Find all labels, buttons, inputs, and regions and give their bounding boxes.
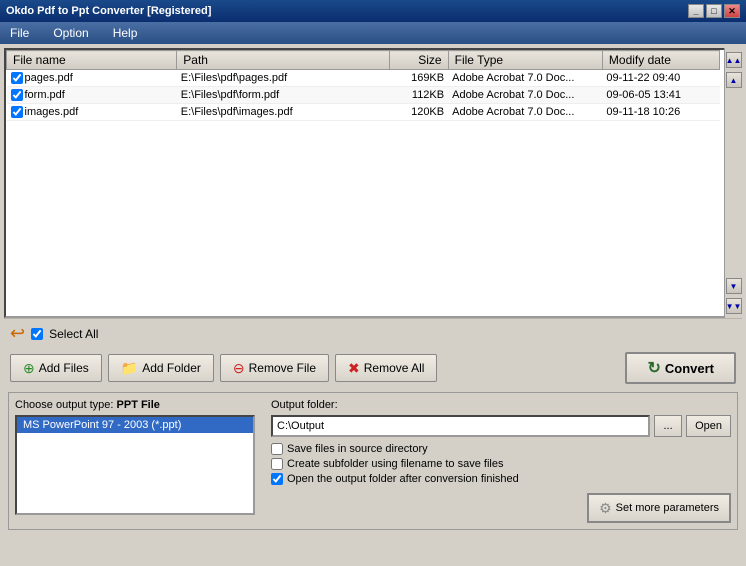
- scroll-panel: ▲▲ ▲ ▼ ▼▼: [724, 48, 742, 318]
- remove-all-label: Remove All: [364, 361, 425, 375]
- row-checkbox[interactable]: [11, 106, 23, 118]
- output-type-value: PPT File: [117, 399, 160, 411]
- filename-text: form.pdf: [25, 89, 65, 101]
- add-files-label: Add Files: [39, 361, 89, 375]
- scroll-bottom-button[interactable]: ▼▼: [726, 298, 742, 314]
- cell-path: E:\Files\pdf\form.pdf: [177, 87, 390, 104]
- remove-file-icon: ⊖: [233, 360, 245, 377]
- col-modifydate: Modify date: [602, 51, 719, 70]
- output-folder-input[interactable]: [271, 415, 650, 437]
- cell-date: 09-11-22 09:40: [602, 70, 719, 87]
- table-row[interactable]: pages.pdf E:\Files\pdf\pages.pdf 169KB A…: [7, 70, 720, 87]
- row-checkbox[interactable]: [11, 72, 23, 84]
- table-row[interactable]: form.pdf E:\Files\pdf\form.pdf 112KB Ado…: [7, 87, 720, 104]
- col-path: Path: [177, 51, 390, 70]
- output-type-item[interactable]: MS PowerPoint 97 - 2003 (*.ppt): [17, 417, 253, 433]
- set-params-label: Set more parameters: [616, 502, 719, 514]
- add-folder-icon: 📁: [121, 360, 138, 377]
- filename-text: pages.pdf: [25, 72, 73, 84]
- menu-option[interactable]: Option: [47, 24, 94, 42]
- cell-type: Adobe Acrobat 7.0 Doc...: [448, 70, 602, 87]
- browse-button[interactable]: ...: [654, 415, 682, 437]
- output-type-section: Choose output type: PPT File MS PowerPoi…: [15, 399, 255, 523]
- convert-icon: ↻: [647, 358, 660, 378]
- output-type-list[interactable]: MS PowerPoint 97 - 2003 (*.ppt): [15, 415, 255, 515]
- checkbox-row: Create subfolder using filename to save …: [271, 458, 731, 470]
- file-table: File name Path Size File Type Modify dat…: [6, 50, 720, 121]
- close-button[interactable]: ✕: [724, 4, 740, 18]
- scroll-up-button[interactable]: ▲: [726, 72, 742, 88]
- scroll-top-button[interactable]: ▲▲: [726, 52, 742, 68]
- cell-date: 09-06-05 13:41: [602, 87, 719, 104]
- output-folder-label: Output folder:: [271, 399, 731, 411]
- select-all-bar: ↩ Select All: [4, 318, 742, 348]
- folder-row: ... Open: [271, 415, 731, 437]
- checkbox-row: Open the output folder after conversion …: [271, 473, 731, 485]
- option-checkbox-label-2[interactable]: Open the output folder after conversion …: [287, 473, 519, 485]
- options-panel: Choose output type: PPT File MS PowerPoi…: [8, 392, 738, 530]
- menu-bar: File Option Help: [0, 22, 746, 44]
- remove-all-button[interactable]: ✖ Remove All: [335, 354, 437, 382]
- cell-type: Adobe Acrobat 7.0 Doc...: [448, 104, 602, 121]
- main-content: File name Path Size File Type Modify dat…: [0, 44, 746, 566]
- cell-path: E:\Files\pdf\pages.pdf: [177, 70, 390, 87]
- output-folder-section: Output folder: ... Open Save files in so…: [271, 399, 731, 523]
- scroll-down-button[interactable]: ▼: [726, 278, 742, 294]
- action-buttons: ⊕ Add Files 📁 Add Folder ⊖ Remove File ✖…: [4, 348, 742, 388]
- maximize-button[interactable]: □: [706, 4, 722, 18]
- cell-name: form.pdf: [7, 87, 177, 104]
- checkboxes-area: Save files in source directory Create su…: [271, 443, 731, 485]
- remove-all-icon: ✖: [348, 360, 360, 377]
- col-filetype: File Type: [448, 51, 602, 70]
- menu-help[interactable]: Help: [107, 24, 144, 42]
- file-scroll-area[interactable]: File name Path Size File Type Modify dat…: [4, 48, 742, 318]
- window-controls: _ □ ✕: [688, 4, 740, 18]
- option-checkbox-label-0[interactable]: Save files in source directory: [287, 443, 428, 455]
- row-checkbox[interactable]: [11, 89, 23, 101]
- title-text: Okdo Pdf to Ppt Converter [Registered]: [6, 5, 211, 17]
- cell-size: 112KB: [390, 87, 449, 104]
- convert-label: Convert: [665, 361, 714, 376]
- title-bar: Okdo Pdf to Ppt Converter [Registered] _…: [0, 0, 746, 22]
- col-filename: File name: [7, 51, 177, 70]
- select-all-label[interactable]: Select All: [49, 327, 98, 341]
- checkbox-row: Save files in source directory: [271, 443, 731, 455]
- option-checkbox-label-1[interactable]: Create subfolder using filename to save …: [287, 458, 503, 470]
- gear-icon: ⚙: [599, 500, 612, 517]
- add-folder-button[interactable]: 📁 Add Folder: [108, 354, 214, 382]
- filename-text: images.pdf: [25, 106, 79, 118]
- cell-name: pages.pdf: [7, 70, 177, 87]
- select-all-checkbox[interactable]: [31, 328, 43, 340]
- file-list-wrapper: File name Path Size File Type Modify dat…: [4, 48, 742, 318]
- table-row[interactable]: images.pdf E:\Files\pdf\images.pdf 120KB…: [7, 104, 720, 121]
- menu-file[interactable]: File: [4, 24, 35, 42]
- option-checkbox-0[interactable]: [271, 443, 283, 455]
- add-files-icon: ⊕: [23, 360, 35, 377]
- cell-type: Adobe Acrobat 7.0 Doc...: [448, 87, 602, 104]
- option-checkbox-1[interactable]: [271, 458, 283, 470]
- cell-date: 09-11-18 10:26: [602, 104, 719, 121]
- add-files-button[interactable]: ⊕ Add Files: [10, 354, 102, 382]
- remove-file-label: Remove File: [249, 361, 316, 375]
- cell-size: 169KB: [390, 70, 449, 87]
- output-type-text: Choose output type:: [15, 399, 117, 411]
- cell-path: E:\Files\pdf\images.pdf: [177, 104, 390, 121]
- set-params-button[interactable]: ⚙ Set more parameters: [587, 493, 731, 523]
- cell-size: 120KB: [390, 104, 449, 121]
- cell-name: images.pdf: [7, 104, 177, 121]
- add-folder-label: Add Folder: [142, 361, 201, 375]
- open-button[interactable]: Open: [686, 415, 731, 437]
- remove-file-button[interactable]: ⊖ Remove File: [220, 354, 329, 382]
- output-type-label: Choose output type: PPT File: [15, 399, 255, 411]
- convert-button[interactable]: ↻ Convert: [625, 352, 736, 384]
- option-checkbox-2[interactable]: [271, 473, 283, 485]
- col-size: Size: [390, 51, 449, 70]
- minimize-button[interactable]: _: [688, 4, 704, 18]
- back-icon[interactable]: ↩: [10, 323, 25, 344]
